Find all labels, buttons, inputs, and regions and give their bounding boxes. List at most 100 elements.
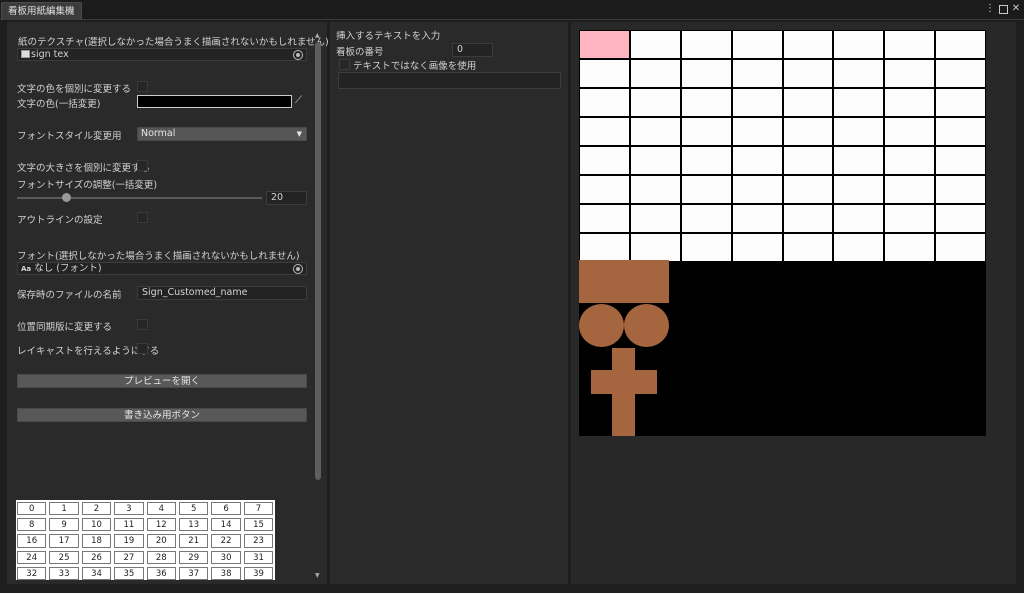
preview-cell[interactable] <box>580 31 629 58</box>
grid-cell[interactable]: 34 <box>81 566 112 580</box>
preview-cell[interactable] <box>580 89 629 116</box>
grid-cell[interactable]: 23 <box>243 534 274 548</box>
preview-cell[interactable] <box>783 176 833 203</box>
preview-cell[interactable] <box>630 234 680 261</box>
outline-checkbox[interactable] <box>137 212 148 223</box>
preview-cell[interactable] <box>630 89 680 116</box>
grid-cell[interactable]: 27 <box>114 550 144 564</box>
grid-cell[interactable]: 29 <box>179 550 209 564</box>
preview-cell[interactable] <box>834 147 884 174</box>
scroll-thumb[interactable] <box>315 42 321 480</box>
preview-cell[interactable] <box>834 31 884 58</box>
preview-cell[interactable] <box>936 147 985 174</box>
preview-cell[interactable] <box>681 89 731 116</box>
grid-cell[interactable]: 24 <box>17 550 47 564</box>
char-size-individual-checkbox[interactable] <box>137 160 148 171</box>
grid-cell[interactable]: 9 <box>49 518 79 532</box>
preview-cell[interactable] <box>732 234 782 261</box>
preview-cell[interactable] <box>936 60 985 87</box>
grid-cell[interactable]: 18 <box>81 534 112 548</box>
preview-cell[interactable] <box>732 60 782 87</box>
grid-cell[interactable]: 38 <box>211 566 241 580</box>
preview-cell[interactable] <box>681 234 731 261</box>
grid-cell[interactable]: 32 <box>17 566 47 580</box>
char-color-swatch[interactable] <box>137 95 292 108</box>
grid-cell[interactable]: 15 <box>243 518 274 532</box>
preview-cell[interactable] <box>681 60 731 87</box>
preview-cell[interactable] <box>732 118 782 145</box>
preview-cell[interactable] <box>783 234 833 261</box>
preview-cell[interactable] <box>580 118 629 145</box>
paper-texture-field[interactable]: sign tex <box>17 48 307 61</box>
open-preview-button[interactable]: プレビューを開く <box>17 374 307 388</box>
preview-cell[interactable] <box>885 60 935 87</box>
grid-cell[interactable]: 28 <box>146 550 176 564</box>
preview-cell[interactable] <box>732 89 782 116</box>
preview-cell[interactable] <box>834 118 884 145</box>
preview-cell[interactable] <box>885 147 935 174</box>
grid-cell[interactable]: 7 <box>243 502 274 516</box>
font-field[interactable]: Aa なし (フォント) <box>17 262 307 275</box>
grid-cell[interactable]: 21 <box>179 534 209 548</box>
font-size-slider-track[interactable] <box>17 197 262 199</box>
font-style-dropdown[interactable]: Normal ▼ <box>137 127 307 141</box>
write-button[interactable]: 書き込み用ボタン <box>17 408 307 422</box>
preview-cell[interactable] <box>732 176 782 203</box>
preview-cell[interactable] <box>885 118 935 145</box>
grid-cell[interactable]: 4 <box>146 502 176 516</box>
preview-cell[interactable] <box>834 234 884 261</box>
preview-cell[interactable] <box>630 176 680 203</box>
preview-cell[interactable] <box>834 176 884 203</box>
grid-cell[interactable]: 12 <box>146 518 176 532</box>
sign-number-input[interactable]: 0 <box>452 43 493 57</box>
preview-cell[interactable] <box>936 118 985 145</box>
preview-cell[interactable] <box>885 176 935 203</box>
preview-cell[interactable] <box>630 147 680 174</box>
preview-cell[interactable] <box>580 176 629 203</box>
preview-cell[interactable] <box>580 205 629 232</box>
close-icon[interactable]: ✕ <box>1010 2 1022 16</box>
grid-cell[interactable]: 30 <box>211 550 241 564</box>
grid-cell[interactable]: 36 <box>146 566 176 580</box>
grid-cell[interactable]: 33 <box>49 566 79 580</box>
preview-cell[interactable] <box>630 118 680 145</box>
scroll-down-icon[interactable]: ▼ <box>315 572 320 579</box>
preview-cell[interactable] <box>783 205 833 232</box>
preview-cell[interactable] <box>783 60 833 87</box>
preview-cell[interactable] <box>630 31 680 58</box>
grid-cell[interactable]: 25 <box>49 550 79 564</box>
preview-cell[interactable] <box>834 205 884 232</box>
position-sync-checkbox[interactable] <box>137 319 148 330</box>
preview-cell[interactable] <box>681 205 731 232</box>
grid-cell[interactable]: 17 <box>49 534 79 548</box>
preview-cell[interactable] <box>580 147 629 174</box>
preview-cell[interactable] <box>732 205 782 232</box>
preview-cell[interactable] <box>681 31 731 58</box>
grid-cell[interactable]: 22 <box>211 534 241 548</box>
eyedropper-icon[interactable]: ⟋ <box>295 96 305 106</box>
preview-cell[interactable] <box>580 60 629 87</box>
preview-cell[interactable] <box>732 147 782 174</box>
scroll-up-icon[interactable]: ▲ <box>315 32 320 39</box>
grid-cell[interactable]: 13 <box>179 518 209 532</box>
preview-cell[interactable] <box>885 31 935 58</box>
preview-cell[interactable] <box>885 205 935 232</box>
preview-cell[interactable] <box>783 89 833 116</box>
grid-cell[interactable]: 39 <box>243 566 274 580</box>
preview-cell[interactable] <box>783 31 833 58</box>
font-size-field[interactable]: 20 <box>266 191 307 205</box>
grid-cell[interactable]: 1 <box>49 502 79 516</box>
window-tab[interactable]: 看板用紙編集機 <box>1 2 82 20</box>
preview-cell[interactable] <box>834 89 884 116</box>
grid-cell[interactable]: 10 <box>81 518 112 532</box>
grid-cell[interactable]: 19 <box>114 534 144 548</box>
grid-cell[interactable]: 11 <box>114 518 144 532</box>
grid-cell[interactable]: 26 <box>81 550 112 564</box>
more-vert-icon[interactable]: ⋮ <box>984 2 996 16</box>
preview-cell[interactable] <box>783 118 833 145</box>
font-size-slider-knob[interactable] <box>62 193 71 202</box>
preview-cell[interactable] <box>936 31 985 58</box>
preview-cell[interactable] <box>681 118 731 145</box>
use-image-checkbox[interactable] <box>339 59 350 70</box>
grid-cell[interactable]: 6 <box>211 502 241 516</box>
